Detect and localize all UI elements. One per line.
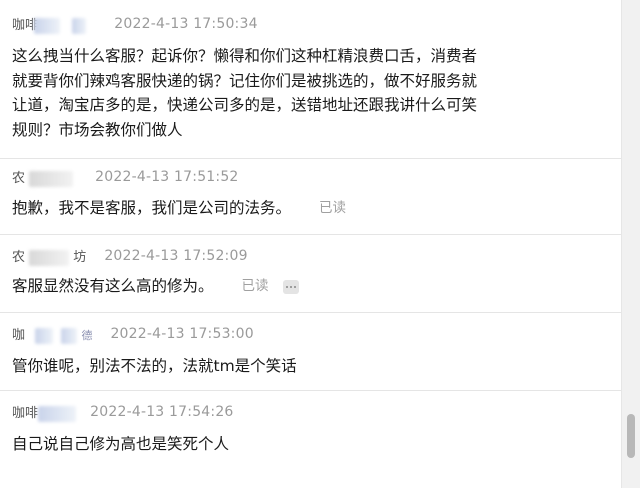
redacted-name-blur	[34, 17, 61, 34]
redacted-name-blur	[29, 249, 70, 266]
more-options-icon[interactable]	[282, 280, 299, 294]
message-content[interactable]: 自己说自己修为高也是笑死个人	[12, 432, 622, 456]
redacted-name-blur	[38, 405, 77, 422]
message-item: 农 2022-4-13 17:51:52 抱歉，我不是客服，我们是公司的法务。 …	[12, 167, 622, 220]
read-status: 已读	[319, 200, 347, 216]
message-header: 咖啡 2022-4-13 17:50:34	[12, 14, 622, 34]
message-divider	[0, 158, 622, 159]
sender-name: 农 坊	[12, 249, 87, 266]
message-content[interactable]: 这么拽当什么客服？起诉你？懒得和你们这种杠精浪费口舌，消费者 就要背你们辣鸡客服…	[12, 44, 622, 142]
message-header: 农 2022-4-13 17:51:52	[12, 167, 622, 187]
read-status: 已读	[241, 278, 269, 294]
message-header: 农 坊 2022-4-13 17:52:09	[12, 246, 622, 266]
message-header: 咖啡 2022-4-13 17:54:26	[12, 402, 622, 422]
redacted-name-blur	[29, 170, 74, 187]
chat-history: 咖啡 2022-4-13 17:50:34 这么拽当什么客服？起诉你？懒得和你们…	[0, 0, 622, 488]
message-divider	[0, 390, 622, 391]
sender-name: 农	[12, 167, 74, 187]
message-content[interactable]: 管你谁呢，别法不法的，法就tm是个笑话	[12, 354, 622, 378]
timestamp: 2022-4-13 17:53:00	[110, 326, 254, 342]
sender-name: 咖 德	[12, 327, 93, 344]
scrollbar-thumb[interactable]	[627, 414, 635, 458]
message-item: 咖 德 2022-4-13 17:53:00 管你谁呢，别法不法的，法就tm是个…	[12, 324, 622, 378]
message-item: 咖啡 2022-4-13 17:50:34 这么拽当什么客服？起诉你？懒得和你们…	[12, 14, 622, 142]
sender-name: 咖啡	[12, 402, 77, 422]
message-divider	[0, 234, 622, 235]
sender-name: 咖啡	[12, 14, 87, 34]
message-item: 咖啡 2022-4-13 17:54:26 自己说自己修为高也是笑死个人	[12, 402, 622, 456]
message-content[interactable]: 抱歉，我不是客服，我们是公司的法务。 已读	[12, 196, 622, 220]
redacted-name-blur	[72, 17, 87, 34]
message-content[interactable]: 客服显然没有这么高的修为。 已读	[12, 274, 622, 298]
timestamp: 2022-4-13 17:51:52	[95, 169, 239, 185]
redacted-name-blur	[35, 327, 54, 344]
message-item: 农 坊 2022-4-13 17:52:09 客服显然没有这么高的修为。 已读	[12, 246, 622, 298]
redacted-name-blur	[61, 327, 78, 344]
scrollbar[interactable]	[621, 0, 640, 488]
timestamp: 2022-4-13 17:50:34	[114, 16, 258, 32]
timestamp: 2022-4-13 17:54:26	[90, 404, 234, 420]
timestamp: 2022-4-13 17:52:09	[104, 248, 248, 264]
message-divider	[0, 312, 622, 313]
message-header: 咖 德 2022-4-13 17:53:00	[12, 324, 622, 344]
